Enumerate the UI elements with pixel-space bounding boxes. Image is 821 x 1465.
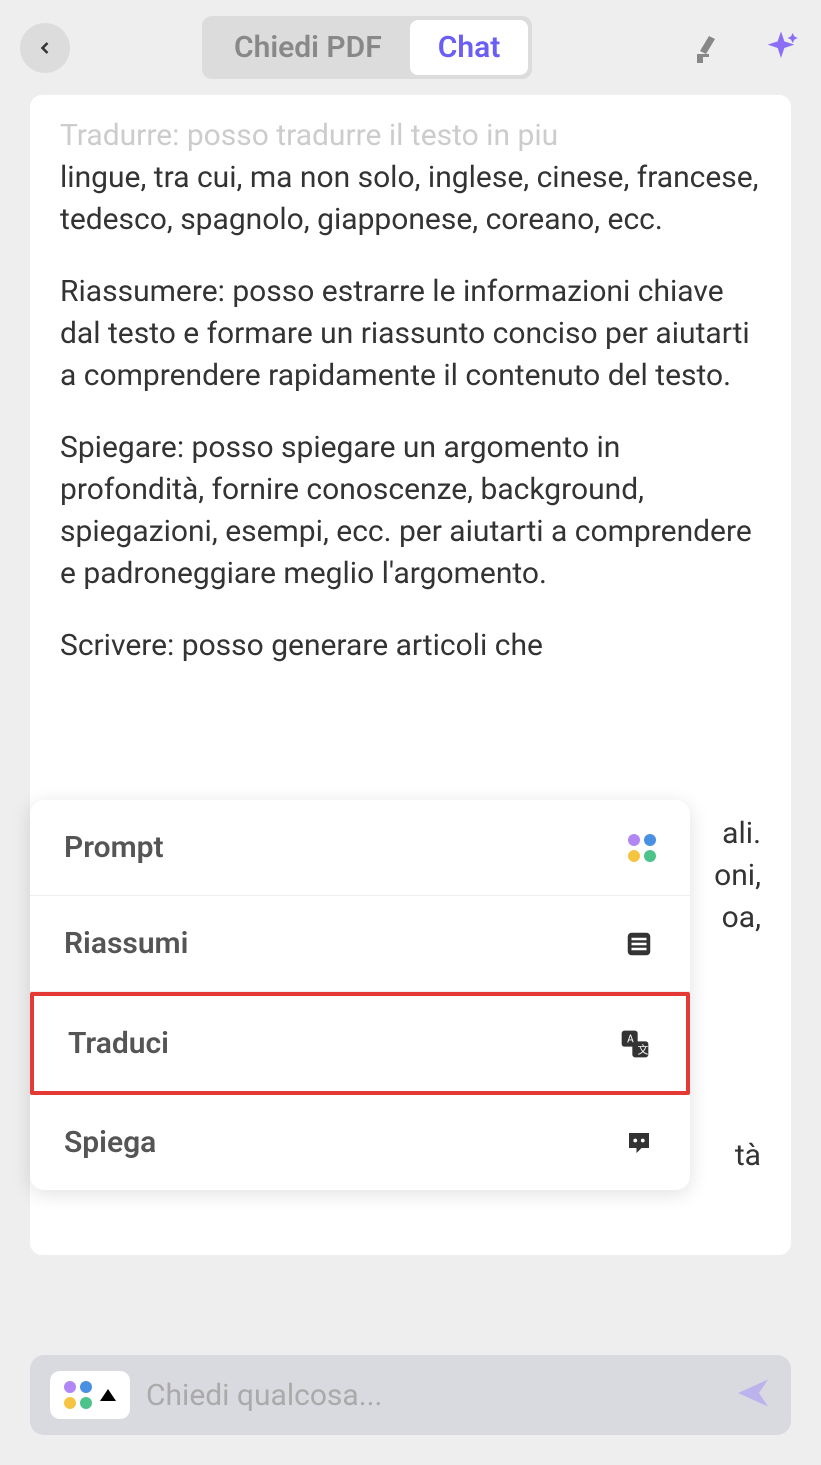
chat-text-faded: Tradurre: posso tradurre il testo in piu bbox=[60, 115, 761, 157]
tab-chiedi-pdf[interactable]: Chiedi PDF bbox=[206, 20, 410, 75]
chevron-left-icon bbox=[35, 38, 55, 58]
popup-label: Traduci bbox=[68, 1026, 169, 1061]
header: Chiedi PDF Chat bbox=[0, 0, 821, 95]
prompt-menu-button[interactable] bbox=[50, 1371, 130, 1419]
popup-label: Riassumi bbox=[64, 926, 188, 961]
chat-text: Spiegare: posso spiegare un argomento in… bbox=[60, 427, 761, 595]
chat-text: lingue, tra cui, ma non solo, inglese, c… bbox=[60, 157, 761, 241]
chat-text: Riassumere: posso estrarre le informazio… bbox=[60, 271, 761, 397]
popup-item-spiega[interactable]: Spiega bbox=[30, 1095, 690, 1190]
translate-icon: A文 bbox=[618, 1027, 652, 1061]
popup-label: Prompt bbox=[64, 830, 164, 865]
chat-input[interactable]: Chiedi qualcosa... bbox=[146, 1378, 719, 1413]
brush-icon[interactable] bbox=[689, 28, 729, 68]
chat-text-fragment: oa, bbox=[722, 897, 761, 939]
svg-text:文: 文 bbox=[638, 1043, 649, 1056]
chat-text: Scrivere: posso generare articoli che bbox=[60, 625, 761, 667]
send-icon bbox=[735, 1375, 771, 1411]
dots-icon bbox=[64, 1381, 92, 1409]
tab-chat[interactable]: Chat bbox=[410, 20, 529, 75]
back-button[interactable] bbox=[20, 23, 70, 73]
chat-text-fragment: oni, bbox=[714, 855, 761, 897]
chat-text-fragment: ali. bbox=[722, 813, 761, 855]
tab-segment: Chiedi PDF Chat bbox=[202, 16, 532, 79]
sparkle-icon[interactable] bbox=[761, 28, 801, 68]
dots-icon bbox=[628, 834, 656, 862]
list-icon bbox=[622, 927, 656, 961]
input-bar: Chiedi qualcosa... bbox=[30, 1355, 791, 1435]
speech-icon bbox=[622, 1126, 656, 1160]
chat-text-fragment: tà bbox=[735, 1135, 761, 1177]
triangle-up-icon bbox=[100, 1389, 116, 1401]
prompt-popup: Prompt Riassumi Traduci A文 Spiega bbox=[30, 800, 690, 1190]
send-button[interactable] bbox=[735, 1375, 771, 1415]
popup-item-riassumi[interactable]: Riassumi bbox=[30, 896, 690, 992]
popup-label: Spiega bbox=[64, 1125, 156, 1160]
popup-item-prompt[interactable]: Prompt bbox=[30, 800, 690, 896]
popup-item-traduci[interactable]: Traduci A文 bbox=[30, 992, 690, 1095]
